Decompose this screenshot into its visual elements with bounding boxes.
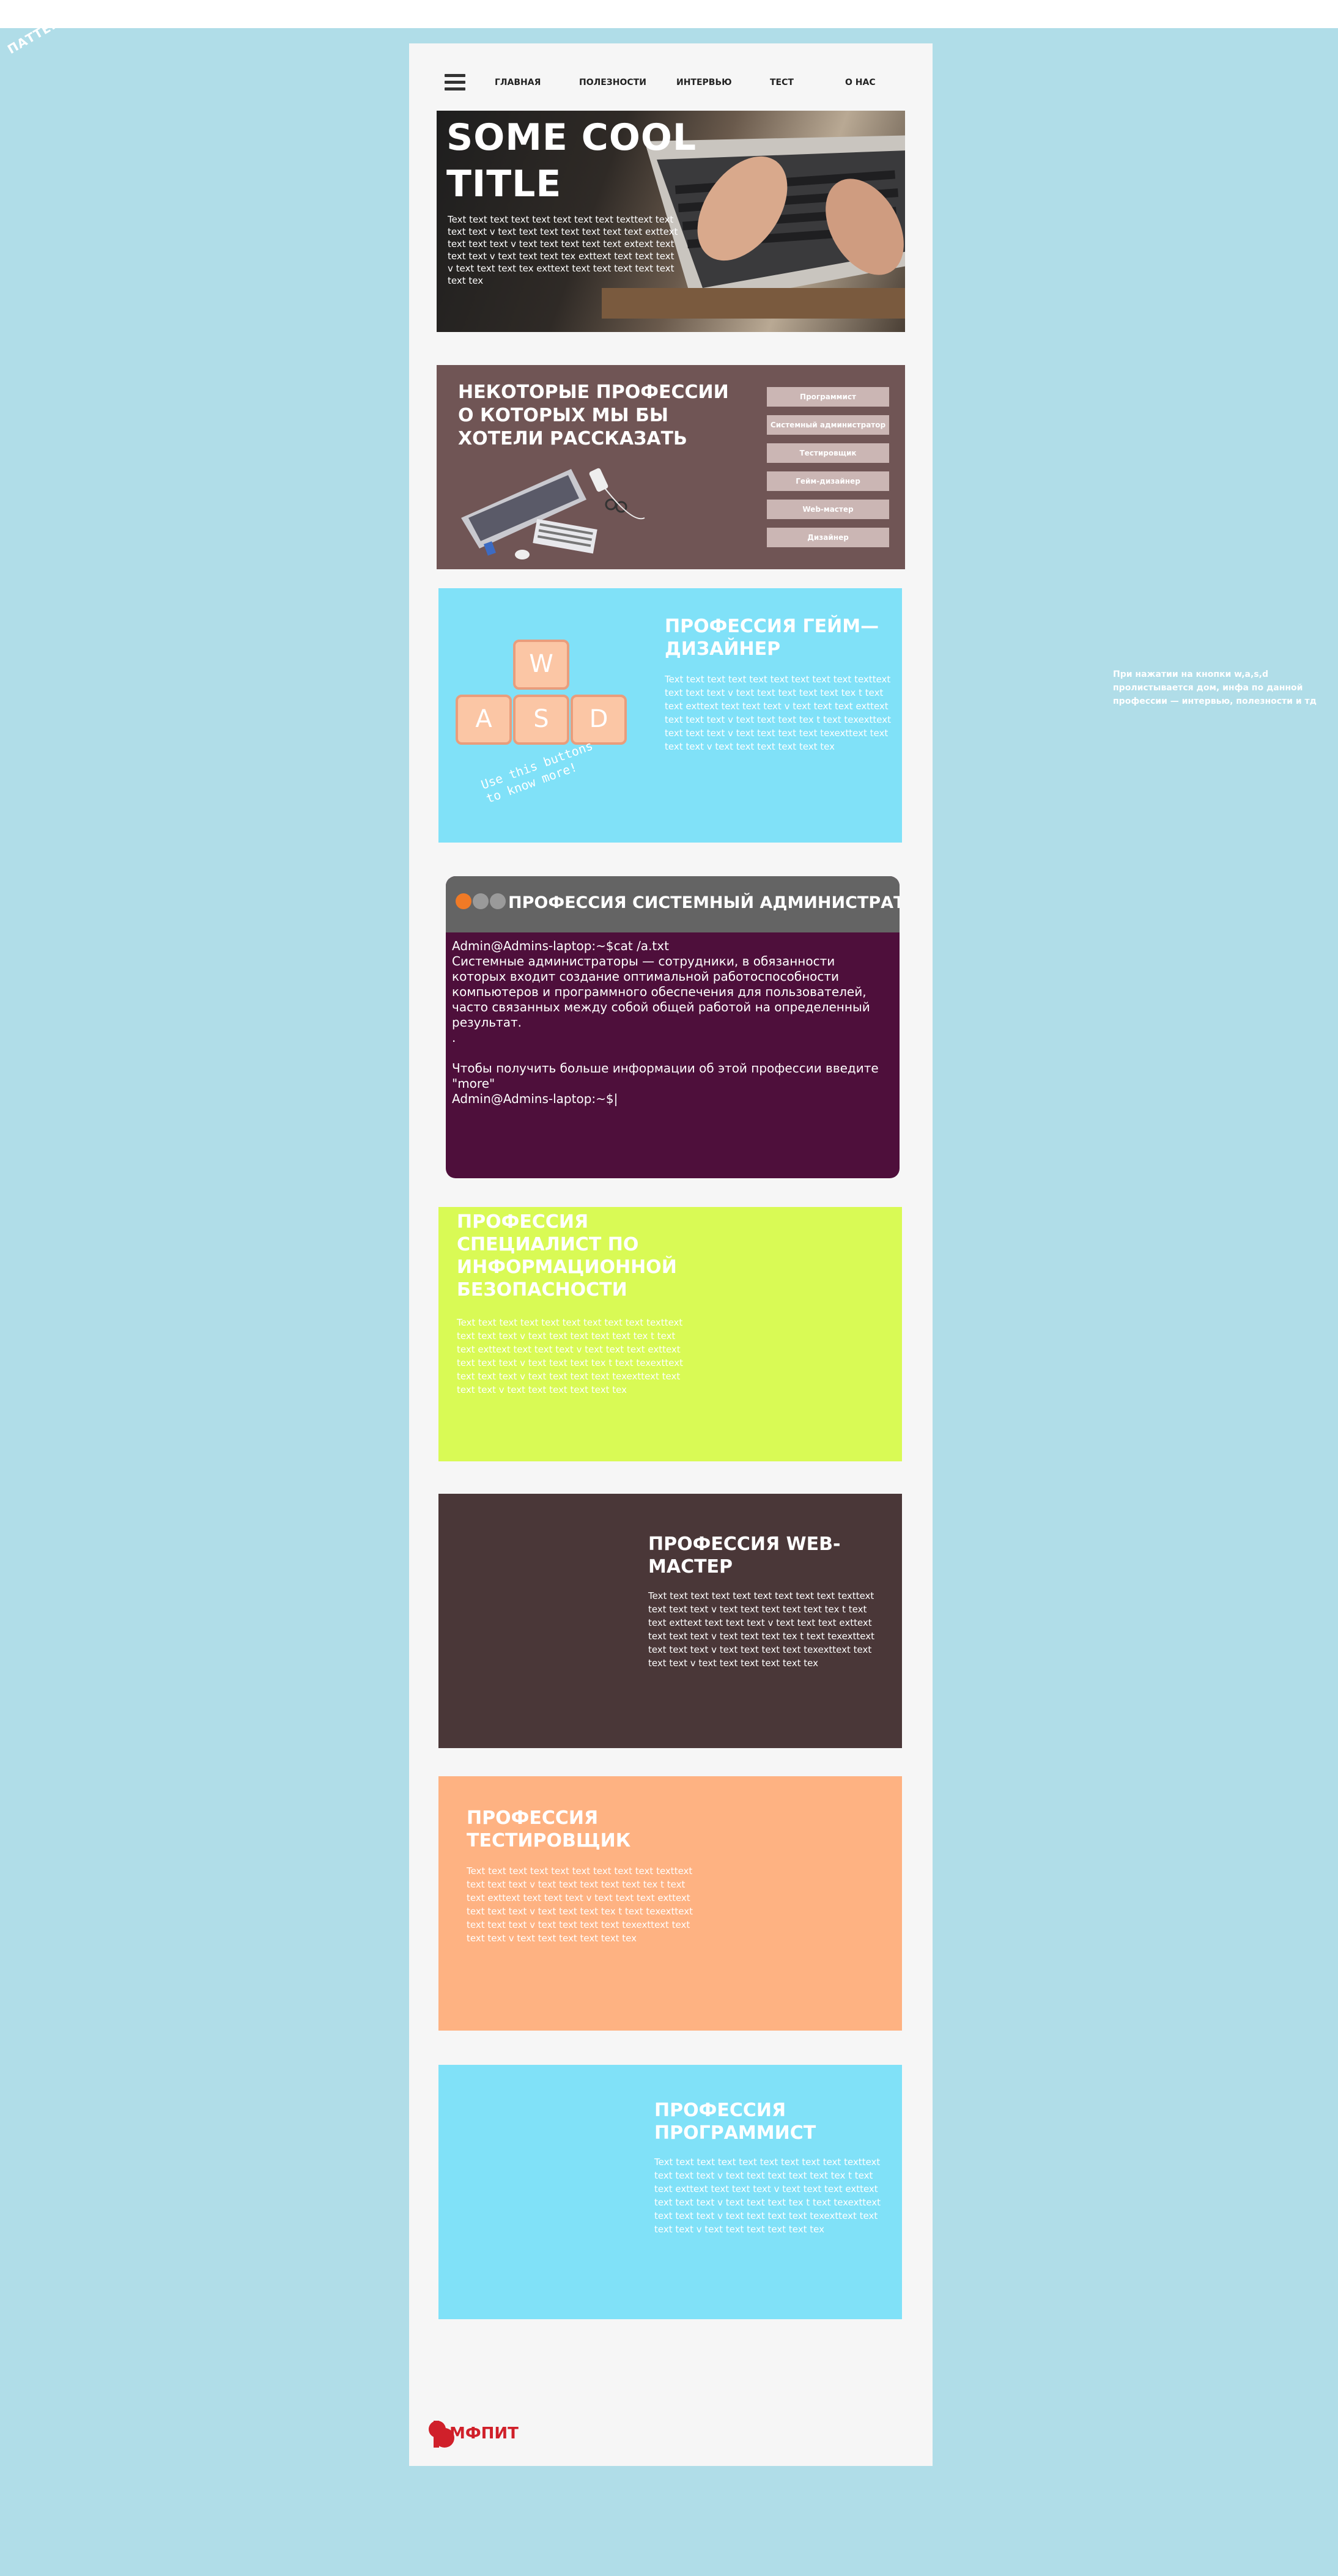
maximize-dot-icon[interactable] — [490, 893, 506, 909]
webmaster-title: ПРОФЕССИЯ WEB-МАСТЕР — [648, 1533, 841, 1578]
btn-programmer[interactable]: Программист — [767, 387, 889, 407]
btn-tester[interactable]: Тестировщик — [767, 443, 889, 463]
programmer-title: ПРОФЕССИЯ ПРОГРАММИСТ — [654, 2100, 816, 2144]
game-designer-title: ПРОФЕССИЯ ГЕЙМ—ДИЗАЙНЕР — [665, 616, 879, 660]
programmer-section: ПРОФЕССИЯ ПРОГРАММИСТ Text text text tex… — [438, 2065, 902, 2319]
terminal-body-text: Системные администраторы — сотрудники, в… — [452, 954, 870, 1030]
security-text: Text text text text text text text text … — [457, 1317, 683, 1395]
nav-home[interactable]: ГЛАВНАЯ — [495, 78, 541, 87]
key-w-button[interactable]: W — [513, 640, 569, 690]
terminal-more-hint: Чтобы получить больше информации об этой… — [452, 1061, 879, 1091]
hero-text: Text text text text text text text text … — [448, 214, 678, 286]
btn-sysadmin[interactable]: Системный администратор — [767, 415, 889, 435]
professions-panel: НЕКОТОРЫЕ ПРОФЕССИИ О КОТОРЫХ МЫ БЫ ХОТЕ… — [437, 365, 905, 569]
key-s-button[interactable]: S — [513, 695, 569, 745]
logo-text: МФПИТ — [449, 2424, 519, 2443]
tester-section: ПРОФЕССИЯ ТЕСТИРОВЩИК Text text text tex… — [438, 1776, 902, 2031]
webmaster-text: Text text text text text text text text … — [648, 1590, 874, 1669]
btn-designer[interactable]: Дизайнер — [767, 528, 889, 547]
desk-illustration — [461, 468, 645, 559]
tester-title: ПРОФЕССИЯ ТЕСТИРОВЩИК — [467, 1807, 631, 1851]
nav-interview[interactable]: ИНТЕРВЬЮ — [676, 78, 732, 87]
webmaster-section: ПРОФЕССИЯ WEB-МАСТЕР Text text text text… — [438, 1494, 902, 1748]
game-designer-text: Text text text text text text text text … — [665, 674, 891, 752]
terminal-prompt-line: Admin@Admins-laptop:~$cat /a.txt — [452, 939, 669, 953]
nav-about[interactable]: О НАС — [845, 78, 876, 87]
site-page: ГЛАВНАЯ ПОЛЕЗНОСТИ ИНТЕРВЬЮ ТЕСТ О НАС S… — [409, 43, 933, 2466]
nav-test[interactable]: ТЕСТ — [770, 78, 794, 87]
key-a-button[interactable]: A — [456, 695, 512, 745]
programmer-text: Text text text text text text text text … — [654, 2157, 881, 2235]
terminal-input-prompt: Admin@Admins-laptop:~$| — [452, 1091, 618, 1106]
hero-banner: SOME COOL TITLE Text text text text text… — [437, 111, 905, 332]
btn-webmaster[interactable]: Web-мастер — [767, 500, 889, 519]
mfpit-logo[interactable]: МФПИТ — [425, 2415, 519, 2454]
sysadmin-section: ПРОФЕССИЯ СИСТЕМНЫЙ АДМИНИСТРАТОР Admin@… — [446, 876, 900, 1178]
side-note: При нажатии на кнопки w,a,s,d пролистыва… — [1113, 670, 1317, 706]
hero-title: SOME COOL TITLE — [446, 116, 697, 205]
terminal-title-bar: ПРОФЕССИЯ СИСТЕМНЫЙ АДМИНИСТРАТОР — [446, 876, 900, 932]
close-dot-icon[interactable] — [456, 893, 471, 909]
terminal-output[interactable]: Admin@Admins-laptop:~$cat /a.txt Системн… — [452, 939, 892, 1107]
security-title: ПРОФЕССИЯ СПЕЦИАЛИСТ ПО ИНФОРМАЦИОННОЙ Б… — [457, 1211, 677, 1301]
security-section: ПРОФЕССИЯ СПЕЦИАЛИСТ ПО ИНФОРМАЦИОННОЙ Б… — [438, 1207, 902, 1461]
minimize-dot-icon[interactable] — [473, 893, 489, 909]
nav-useful[interactable]: ПОЛЕЗНОСТИ — [579, 78, 646, 87]
professions-title: НЕКОТОРЫЕ ПРОФЕССИИ О КОТОРЫХ МЫ БЫ ХОТЕ… — [458, 382, 729, 449]
menu-icon[interactable] — [445, 74, 465, 91]
sysadmin-title: ПРОФЕССИЯ СИСТЕМНЫЙ АДМИНИСТРАТОР — [508, 893, 900, 912]
btn-game-designer[interactable]: Гейм-дизайнер — [767, 471, 889, 491]
tester-text: Text text text text text text text text … — [467, 1866, 693, 1944]
game-designer-section: W A S D Use this buttons to know more! П… — [438, 588, 902, 843]
terminal-dot-line: . — [452, 1030, 456, 1045]
top-nav: ГЛАВНАЯ ПОЛЕЗНОСТИ ИНТЕРВЬЮ ТЕСТ О НАС — [409, 65, 933, 100]
